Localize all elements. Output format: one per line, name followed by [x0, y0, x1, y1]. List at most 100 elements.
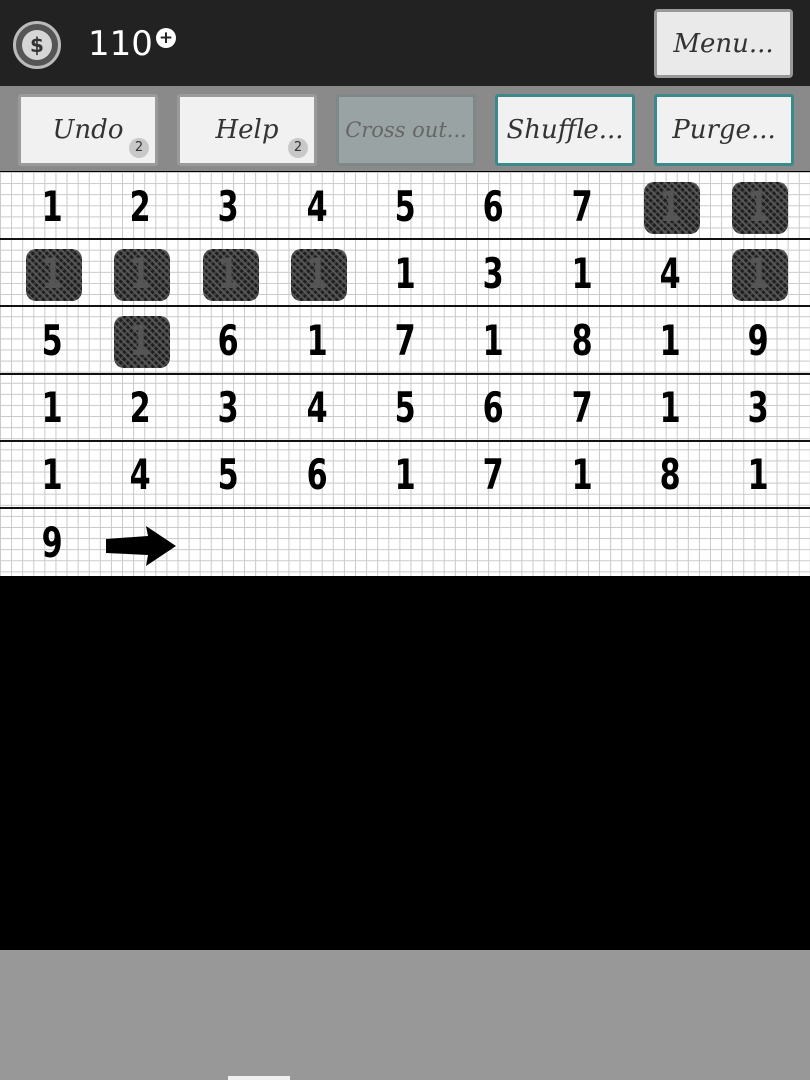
cell-digit: 3: [747, 383, 769, 433]
number-cell[interactable]: 3: [450, 240, 538, 306]
cross-out-button[interactable]: Cross out...: [336, 94, 476, 166]
cell-digit: 1: [394, 450, 416, 500]
cell-digit: 1: [129, 248, 151, 298]
crossed-number-cell[interactable]: 1: [273, 240, 361, 306]
cell-digit: 1: [41, 248, 63, 298]
number-cell[interactable]: 7: [361, 307, 449, 373]
number-cell[interactable]: 1: [626, 375, 714, 441]
coin-symbol: $: [22, 30, 52, 60]
cell-digit: 8: [659, 450, 681, 500]
cell-digit: 4: [306, 383, 328, 433]
number-cell[interactable]: 4: [96, 442, 184, 508]
help-button[interactable]: Help 2: [177, 94, 317, 166]
number-cell[interactable]: 6: [185, 307, 273, 373]
number-cell[interactable]: 5: [185, 442, 273, 508]
cell-digit: 4: [659, 248, 681, 298]
cell-digit: 1: [41, 450, 63, 500]
number-cell[interactable]: 3: [714, 375, 802, 441]
number-cell[interactable]: 4: [273, 375, 361, 441]
number-cell[interactable]: 1: [450, 307, 538, 373]
cell-digit: 1: [571, 450, 593, 500]
cell-digit: 1: [306, 315, 328, 365]
number-cell[interactable]: 6: [273, 442, 361, 508]
number-cell[interactable]: 9: [8, 509, 96, 575]
undo-button[interactable]: Undo 2: [18, 94, 158, 166]
crossed-number-cell[interactable]: 1: [714, 240, 802, 306]
cell-digit: 2: [129, 181, 151, 231]
cell-digit: 7: [571, 181, 593, 231]
number-cell[interactable]: 6: [450, 375, 538, 441]
cell-digit: 1: [218, 248, 240, 298]
number-cell[interactable]: 2: [96, 173, 184, 239]
coin-icon: $: [13, 21, 61, 69]
number-cell[interactable]: 1: [361, 240, 449, 306]
number-cell[interactable]: 1: [8, 173, 96, 239]
number-cell[interactable]: 1: [8, 375, 96, 441]
cell-digit: 1: [306, 248, 328, 298]
crossed-number-cell[interactable]: 1: [96, 307, 184, 373]
number-cell[interactable]: 1: [626, 307, 714, 373]
cell-digit: 5: [41, 315, 63, 365]
number-cell[interactable]: 6: [450, 173, 538, 239]
shuffle-button[interactable]: Shuffle...: [495, 94, 635, 166]
cell-digit: 1: [41, 181, 63, 231]
number-cell[interactable]: 1: [714, 442, 802, 508]
cell-digit: 1: [659, 315, 681, 365]
crossed-number-cell[interactable]: 1: [714, 173, 802, 239]
number-cell[interactable]: 4: [626, 240, 714, 306]
number-cell[interactable]: 7: [538, 173, 626, 239]
cell-digit: 9: [747, 315, 769, 365]
number-grid: 1 2 3 4 5 6 7 1 1 1 1 1 1 1 3 1 4 1 5 1 6 1 7 1 8 1 9 1 2 3 4 5 6 7 1 3 1 4 5 6…: [0, 172, 810, 576]
cell-digit: 7: [394, 315, 416, 365]
number-cell[interactable]: 8: [626, 442, 714, 508]
number-cell[interactable]: 7: [450, 442, 538, 508]
number-cell[interactable]: 1: [361, 442, 449, 508]
number-cell[interactable]: 1: [538, 442, 626, 508]
add-coins-icon[interactable]: +: [156, 28, 176, 48]
number-cell[interactable]: 2: [96, 375, 184, 441]
help-count-badge: 2: [288, 138, 308, 158]
cell-digit: 1: [747, 248, 769, 298]
number-cell[interactable]: 5: [8, 307, 96, 373]
number-cell[interactable]: 4: [273, 173, 361, 239]
cell-digit: 1: [129, 315, 151, 365]
number-cell[interactable]: 5: [361, 375, 449, 441]
number-cell[interactable]: 7: [538, 375, 626, 441]
purge-button[interactable]: Purge...: [654, 94, 794, 166]
cell-digit: 5: [218, 450, 240, 500]
cell-digit: 3: [482, 248, 505, 298]
number-cell[interactable]: 3: [185, 375, 273, 441]
cell-digit: 1: [571, 248, 593, 298]
cell-digit: 7: [482, 450, 505, 500]
number-cell[interactable]: 9: [714, 307, 802, 373]
number-cell[interactable]: 1: [8, 442, 96, 508]
cell-digit: 3: [218, 181, 240, 231]
crossed-number-cell[interactable]: 1: [626, 173, 714, 239]
cell-digit: 1: [659, 181, 681, 231]
number-cell[interactable]: 1: [538, 240, 626, 306]
bottom-handle: [228, 1076, 290, 1080]
number-cell[interactable]: 5: [361, 173, 449, 239]
cell-digit: 6: [482, 181, 505, 231]
crossed-number-cell[interactable]: 1: [96, 240, 184, 306]
cell-digit: 1: [747, 181, 769, 231]
cell-digit: 5: [394, 181, 416, 231]
crossed-number-cell[interactable]: 1: [185, 240, 273, 306]
cell-digit: 1: [659, 383, 681, 433]
crossed-number-cell[interactable]: 1: [8, 240, 96, 306]
cell-digit: 5: [394, 383, 416, 433]
cell-digit: 1: [394, 248, 416, 298]
row-divider: [0, 507, 810, 509]
number-cell[interactable]: 1: [273, 307, 361, 373]
undo-count-badge: 2: [129, 138, 149, 158]
purge-label: Purge...: [672, 115, 776, 145]
coin-count: 110: [88, 24, 153, 64]
cell-digit: 1: [482, 315, 505, 365]
menu-button[interactable]: Menu...: [654, 9, 793, 78]
cell-digit: 1: [747, 450, 769, 500]
number-cell[interactable]: 8: [538, 307, 626, 373]
cell-digit: 1: [41, 383, 63, 433]
arrow-right-icon[interactable]: [104, 524, 178, 568]
number-cell[interactable]: 3: [185, 173, 273, 239]
cell-digit: 6: [306, 450, 328, 500]
